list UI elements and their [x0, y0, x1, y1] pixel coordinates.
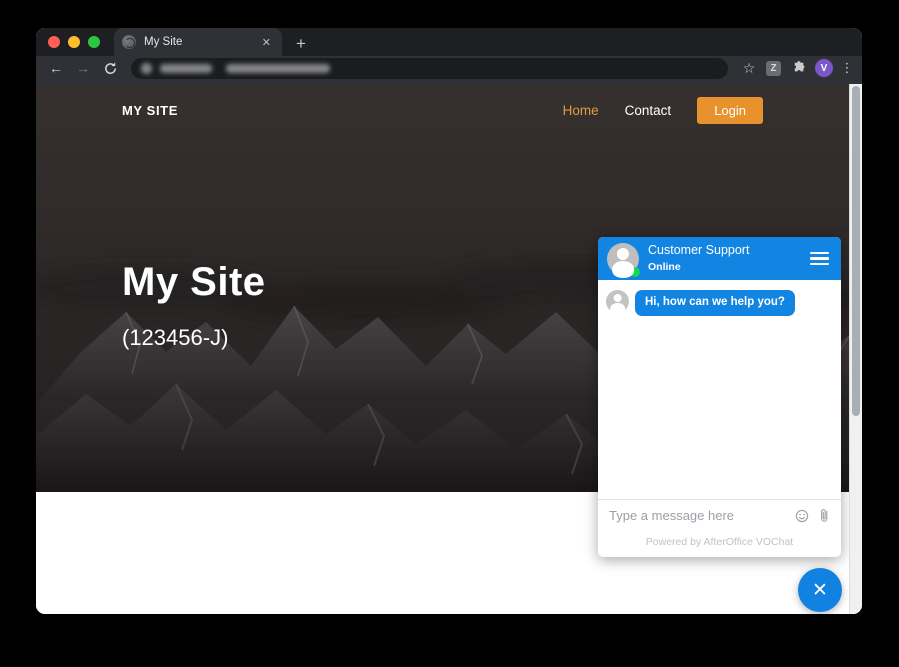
- web-page: MY SITE Home Contact Login My Site (1234…: [36, 84, 862, 614]
- chat-message-bubble: Hi, how can we help you?: [635, 290, 795, 316]
- emoji-icon[interactable]: [795, 509, 809, 523]
- close-window-button[interactable]: [48, 36, 60, 48]
- chat-menu-icon[interactable]: [810, 252, 829, 266]
- chat-powered-by[interactable]: Powered by AfterOffice VOChat: [598, 531, 841, 557]
- hero-title: My Site: [122, 260, 266, 305]
- address-bar[interactable]: [131, 58, 728, 79]
- chat-input-row: [598, 499, 841, 531]
- site-logo[interactable]: MY SITE: [122, 103, 178, 118]
- browser-menu-icon[interactable]: ⋮: [840, 60, 854, 76]
- agent-name: Customer Support: [648, 243, 801, 259]
- redacted-url-text: [226, 64, 330, 73]
- back-icon[interactable]: ←: [46, 61, 66, 75]
- site-info-icon[interactable]: [141, 63, 152, 74]
- close-icon: ✕: [812, 581, 828, 600]
- chat-close-button[interactable]: ✕: [798, 568, 842, 612]
- chat-message-list: Hi, how can we help you?: [598, 280, 841, 499]
- window-controls: [36, 28, 112, 56]
- scrollbar-thumb[interactable]: [852, 86, 860, 416]
- site-nav: Home Contact Login: [563, 97, 763, 124]
- browser-window: My Site ✕ + ← → ☆ Z V ⋮: [36, 28, 862, 614]
- chat-message-row: Hi, how can we help you?: [606, 290, 833, 316]
- login-button[interactable]: Login: [697, 97, 763, 124]
- zoom-window-button[interactable]: [88, 36, 100, 48]
- profile-avatar[interactable]: V: [815, 59, 833, 77]
- message-avatar: [606, 290, 629, 313]
- new-tab-button[interactable]: +: [296, 35, 306, 52]
- hero-subtitle: (123456-J): [122, 325, 266, 351]
- page-scrollbar[interactable]: [849, 84, 862, 614]
- bookmark-star-icon[interactable]: ☆: [739, 60, 759, 77]
- chat-widget: Customer Support Online Hi, how can we h…: [598, 237, 841, 557]
- browser-toolbar: ← → ☆ Z V ⋮: [36, 56, 862, 84]
- hero-copy: My Site (123456-J): [122, 260, 266, 351]
- extension-icon[interactable]: Z: [766, 61, 781, 76]
- agent-status: Online: [648, 261, 801, 274]
- site-header: MY SITE Home Contact Login: [36, 84, 849, 124]
- extensions-puzzle-icon[interactable]: [788, 59, 808, 77]
- attachment-icon[interactable]: [819, 508, 830, 523]
- online-status-dot: [630, 267, 640, 277]
- tab-title: My Site: [144, 36, 251, 48]
- tab-favicon-icon: [122, 35, 136, 49]
- redacted-security-label: [160, 64, 212, 73]
- chat-header: Customer Support Online: [598, 237, 841, 280]
- chat-message-input[interactable]: [609, 508, 785, 523]
- reload-icon[interactable]: [100, 61, 120, 76]
- nav-link-contact[interactable]: Contact: [625, 103, 672, 118]
- tab-strip: My Site ✕ +: [36, 28, 862, 56]
- browser-tab[interactable]: My Site ✕: [114, 28, 282, 56]
- forward-icon[interactable]: →: [73, 61, 93, 75]
- nav-link-home[interactable]: Home: [563, 103, 599, 118]
- agent-avatar: [607, 243, 639, 275]
- minimize-window-button[interactable]: [68, 36, 80, 48]
- tab-close-icon[interactable]: ✕: [259, 35, 274, 50]
